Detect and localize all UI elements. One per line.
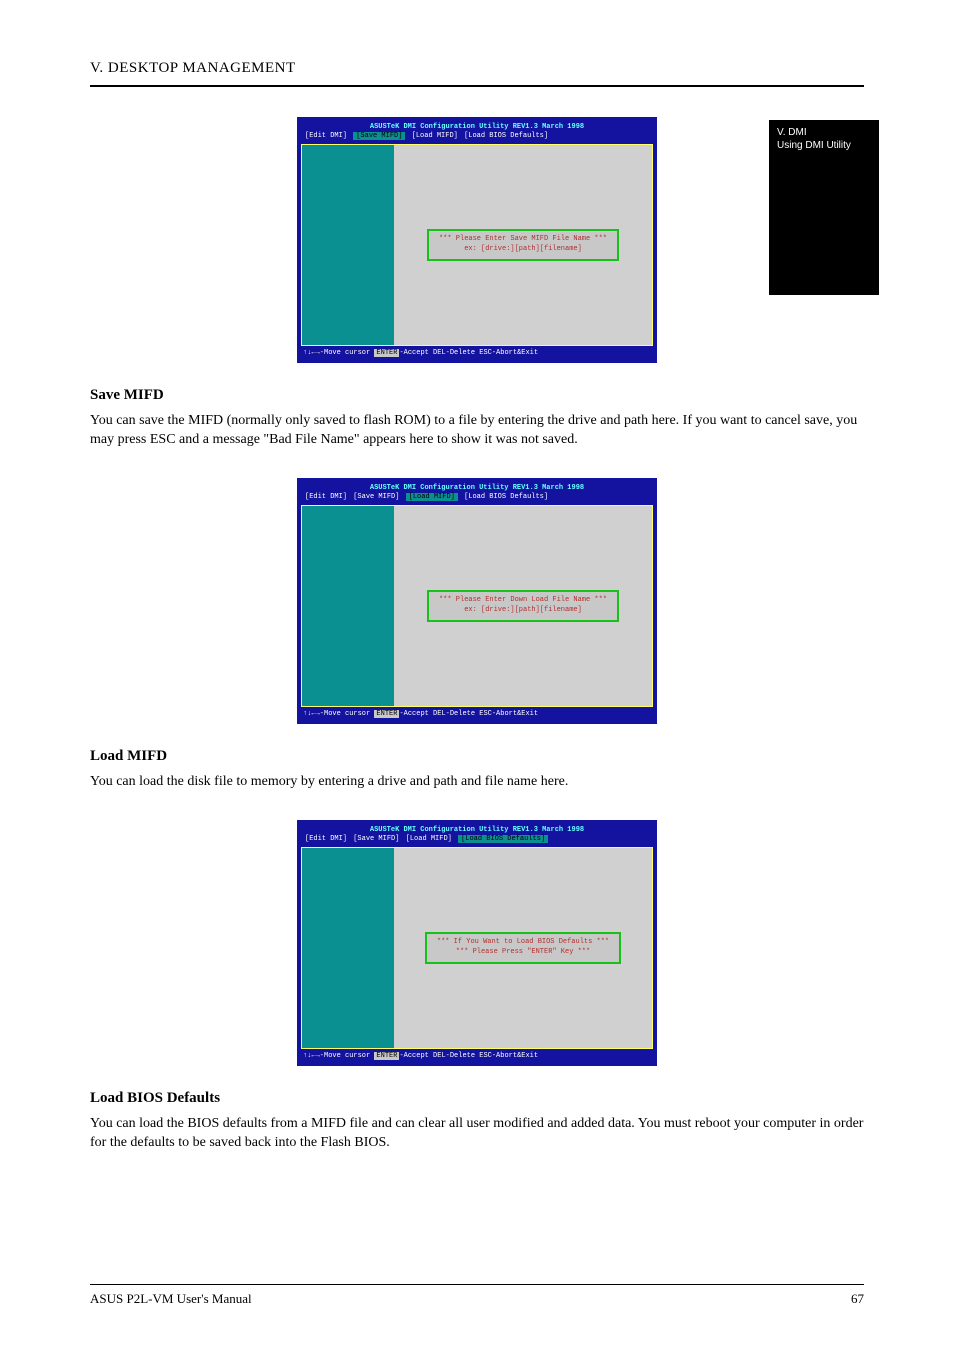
menu-bar: [Edit DMI] [Save MIFD] [Load MIFD] [Load… [301, 132, 653, 144]
status-enter: ENTER [374, 710, 399, 718]
footer-page-number: 67 [851, 1291, 864, 1307]
status-prefix: ↑↓←→-Move cursor [303, 710, 374, 718]
heading-defaults: Load BIOS Defaults [90, 1090, 864, 1107]
status-rest: -Accept DEL-Delete ESC-Abort&Exit [399, 710, 538, 718]
page-footer: ASUS P2L-VM User's Manual 67 [90, 1284, 864, 1307]
menu-bar: [Edit DMI] [Save MIFD] [Load MIFD] [Load… [301, 835, 653, 847]
utility-right-panel: *** Please Enter Save MIFD File Name ***… [394, 145, 652, 345]
status-bar: ↑↓←→-Move cursor ENTER-Accept DEL-Delete… [301, 1049, 653, 1062]
menu-load[interactable]: [Load MIFD] [412, 132, 458, 140]
prompt-line1: *** Please Enter Save MIFD File Name *** [439, 235, 607, 245]
prompt-box: *** Please Enter Down Load File Name ***… [427, 590, 619, 622]
body-defaults: You can load the BIOS defaults from a MI… [90, 1115, 864, 1153]
status-bar: ↑↓←→-Move cursor ENTER-Accept DEL-Delete… [301, 346, 653, 359]
page-header: V. DESKTOP MANAGEMENT [90, 60, 864, 87]
utility-left-panel [302, 506, 394, 706]
tab-line1: V. DMI [777, 126, 871, 139]
heading-load: Load MIFD [90, 748, 864, 765]
heading-save: Save MIFD [90, 387, 864, 404]
utility-left-panel [302, 848, 394, 1048]
body-save: You can save the MIFD (normally only sav… [90, 412, 864, 450]
utility-right-panel: *** Please Enter Down Load File Name ***… [394, 506, 652, 706]
side-tab: V. DMI Using DMI Utility [769, 120, 879, 295]
menu-defaults[interactable]: [Load BIOS Defaults] [458, 835, 548, 843]
section-load: ASUSTeK DMI Configuration Utility REV1.3… [90, 478, 864, 792]
menu-save[interactable]: [Save MIFD] [353, 493, 399, 501]
utility-body: *** Please Enter Save MIFD File Name ***… [301, 144, 653, 346]
utility-body: *** Please Enter Down Load File Name ***… [301, 505, 653, 707]
page-title: V. DESKTOP MANAGEMENT [90, 60, 864, 77]
prompt-line1: *** If You Want to Load BIOS Defaults **… [437, 938, 609, 948]
status-enter: ENTER [374, 349, 399, 357]
prompt-line1: *** Please Enter Down Load File Name *** [439, 596, 607, 606]
menu-bar: [Edit DMI] [Save MIFD] [Load MIFD] [Load… [301, 493, 653, 505]
menu-edit[interactable]: [Edit DMI] [305, 835, 347, 843]
prompt-line2: ex: [drive:][path][filename] [439, 606, 607, 616]
status-rest: -Accept DEL-Delete ESC-Abort&Exit [399, 349, 538, 357]
utility-title: ASUSTeK DMI Configuration Utility REV1.3… [301, 121, 653, 132]
status-enter: ENTER [374, 1052, 399, 1060]
utility-right-panel: *** If You Want to Load BIOS Defaults **… [394, 848, 652, 1048]
section-defaults: ASUSTeK DMI Configuration Utility REV1.3… [90, 820, 864, 1153]
prompt-box: *** If You Want to Load BIOS Defaults **… [425, 932, 621, 964]
header-rule [90, 85, 864, 87]
status-rest: -Accept DEL-Delete ESC-Abort&Exit [399, 1052, 538, 1060]
body-load: You can load the disk file to memory by … [90, 773, 864, 792]
status-bar: ↑↓←→-Move cursor ENTER-Accept DEL-Delete… [301, 707, 653, 720]
utility-title: ASUSTeK DMI Configuration Utility REV1.3… [301, 824, 653, 835]
menu-defaults[interactable]: [Load BIOS Defaults] [464, 132, 548, 140]
menu-edit[interactable]: [Edit DMI] [305, 493, 347, 501]
section-save: ASUSTeK DMI Configuration Utility REV1.3… [90, 117, 864, 450]
status-prefix: ↑↓←→-Move cursor [303, 349, 374, 357]
menu-defaults[interactable]: [Load BIOS Defaults] [464, 493, 548, 501]
screenshot-load: ASUSTeK DMI Configuration Utility REV1.3… [297, 478, 657, 724]
prompt-box: *** Please Enter Save MIFD File Name ***… [427, 229, 619, 261]
utility-left-panel [302, 145, 394, 345]
utility-title: ASUSTeK DMI Configuration Utility REV1.3… [301, 482, 653, 493]
footer-left: ASUS P2L-VM User's Manual [90, 1291, 252, 1307]
utility-body: *** If You Want to Load BIOS Defaults **… [301, 847, 653, 1049]
screenshot-save: ASUSTeK DMI Configuration Utility REV1.3… [297, 117, 657, 363]
tab-line2: Using DMI Utility [777, 139, 871, 152]
prompt-line2: *** Please Press "ENTER" Key *** [437, 948, 609, 958]
screenshot-defaults: ASUSTeK DMI Configuration Utility REV1.3… [297, 820, 657, 1066]
status-prefix: ↑↓←→-Move cursor [303, 1052, 374, 1060]
menu-load[interactable]: [Load MIFD] [406, 835, 452, 843]
menu-save[interactable]: [Save MIFD] [353, 835, 399, 843]
menu-save[interactable]: [Save MIFD] [353, 132, 405, 140]
prompt-line2: ex: [drive:][path][filename] [439, 245, 607, 255]
menu-edit[interactable]: [Edit DMI] [305, 132, 347, 140]
menu-load[interactable]: [Load MIFD] [406, 493, 458, 501]
